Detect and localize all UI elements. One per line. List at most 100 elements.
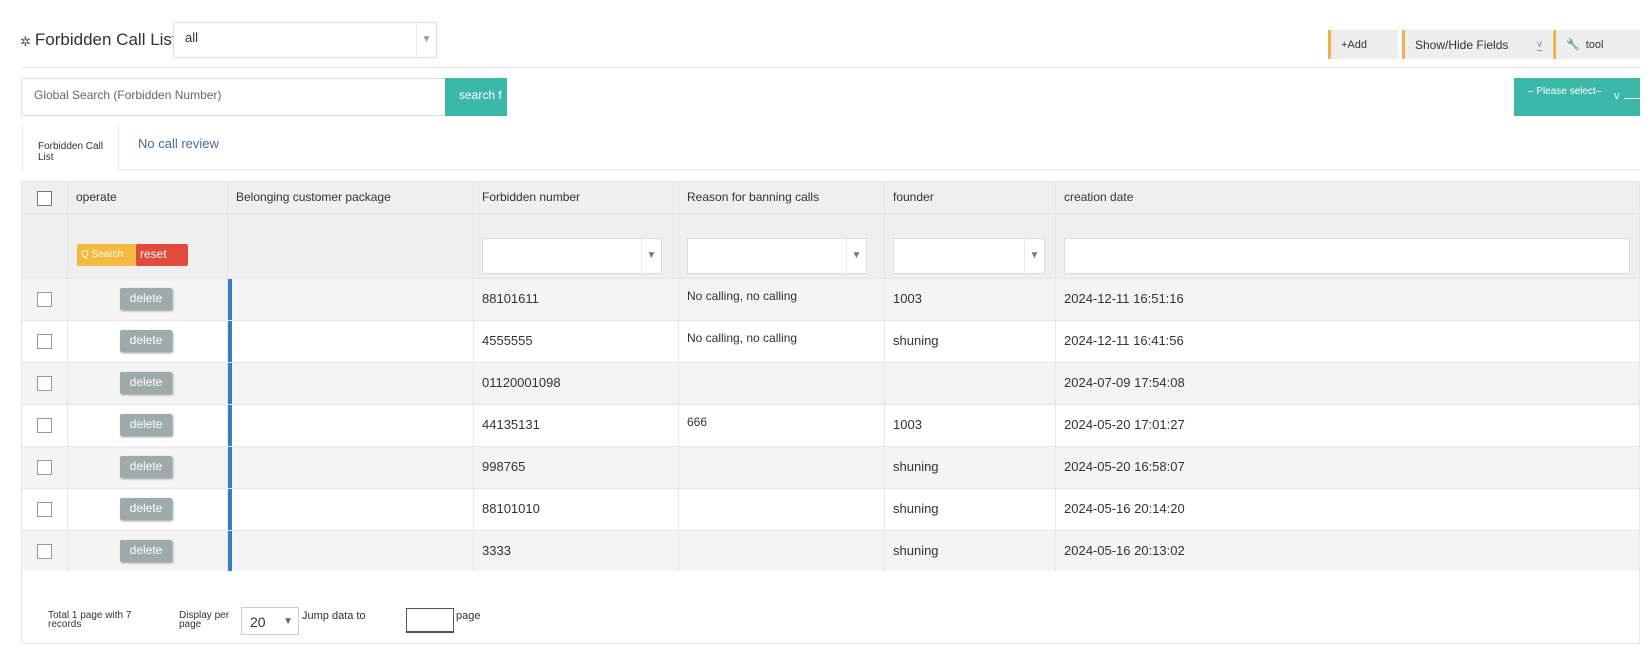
table-row: delete 3333 shuning 2024-05-16 20:13:02	[22, 531, 1639, 573]
chevron-down-icon: ▼	[416, 23, 436, 57]
table-row: delete 01120001098 2024-07-09 17:54:08	[22, 363, 1639, 405]
row-forbidden-number: 88101010	[474, 489, 679, 530]
header-checkbox-cell	[22, 182, 68, 213]
filter-number-cell: ▼	[474, 214, 679, 278]
delete-button[interactable]: delete	[120, 288, 172, 310]
row-checkbox[interactable]	[37, 460, 52, 475]
row-founder: shuning	[885, 447, 1056, 488]
global-search-input[interactable]: Global Search (Forbidden Number)	[21, 78, 446, 116]
reset-button[interactable]: reset	[136, 244, 188, 266]
chevron-down-icon: ▼	[641, 239, 661, 273]
please-select-dropdown[interactable]: – Please select– v	[1514, 78, 1650, 116]
package-indicator	[228, 279, 232, 320]
filter-empty-cell	[22, 214, 68, 278]
show-hide-fields-button[interactable]: Show/Hide Fields v	[1402, 30, 1552, 59]
row-founder: 1003	[885, 405, 1056, 446]
row-checkbox[interactable]	[37, 376, 52, 391]
page-unit-label: page	[456, 610, 481, 622]
row-reason	[679, 363, 885, 404]
page-header: ✲ Forbidden Call List all ▼ +Add Show/Hi…	[20, 22, 1640, 68]
select-all-checkbox[interactable]	[37, 191, 52, 206]
creation-date-filter[interactable]	[1064, 238, 1630, 274]
jump-page-input[interactable]	[406, 608, 454, 633]
column-header-creation-date: creation date	[1064, 190, 1134, 204]
tab-forbidden-call-list[interactable]: Forbidden Call List	[22, 124, 119, 171]
row-package-cell	[228, 321, 474, 362]
row-reason	[679, 447, 885, 488]
page-title: Forbidden Call List	[34, 30, 177, 49]
row-checkbox-cell	[22, 489, 68, 530]
package-indicator	[228, 363, 232, 404]
row-forbidden-number: 88101611	[474, 279, 679, 320]
row-reason: No calling, no calling	[679, 321, 885, 362]
row-reason	[679, 531, 885, 572]
row-operate-cell: delete	[68, 363, 228, 404]
row-package-cell	[228, 447, 474, 488]
row-checkbox-cell	[22, 447, 68, 488]
wrench-icon: 🔧	[1566, 39, 1580, 51]
row-founder: shuning	[885, 489, 1056, 530]
column-search-button[interactable]: Q Search	[77, 244, 137, 266]
pagination: Total 1 page with 7 records Display per …	[21, 571, 1640, 644]
delete-button[interactable]: delete	[120, 498, 172, 520]
delete-button[interactable]: delete	[120, 540, 172, 562]
row-checkbox[interactable]	[37, 418, 52, 433]
row-creation-date: 2024-12-11 16:41:56	[1064, 333, 1184, 348]
forbidden-number-filter[interactable]: ▼	[482, 238, 662, 274]
divider	[1624, 98, 1650, 99]
row-operate-cell: delete	[68, 279, 228, 320]
row-operate-cell: delete	[68, 447, 228, 488]
search-button[interactable]: search f	[445, 78, 507, 116]
row-forbidden-number: 44135131	[474, 405, 679, 446]
add-button-label: +Add	[1341, 38, 1367, 51]
row-checkbox[interactable]	[37, 502, 52, 517]
row-package-cell	[228, 489, 474, 530]
row-package-cell	[228, 405, 474, 446]
row-checkbox-cell	[22, 363, 68, 404]
reason-filter[interactable]: ▼	[687, 238, 867, 274]
row-reason: 666	[679, 405, 885, 446]
chevron-down-icon: ▼	[283, 616, 293, 627]
package-indicator	[228, 321, 232, 362]
tab-no-call-review[interactable]: No call review	[138, 136, 219, 151]
global-search-placeholder: Global Search (Forbidden Number)	[34, 88, 222, 102]
row-checkbox-cell	[22, 405, 68, 446]
table-row: delete 4555555 No calling, no calling shuni…	[22, 321, 1639, 363]
row-founder	[885, 363, 1056, 404]
scope-select[interactable]: all ▼	[173, 22, 437, 58]
founder-filter[interactable]: ▼	[893, 238, 1045, 274]
table-row: delete 88101010 shuning 2024-05-16 20:14:20	[22, 489, 1639, 531]
column-header-customer-package: Belonging customer package	[228, 182, 474, 213]
row-creation-date: 2024-05-20 16:58:07	[1064, 459, 1185, 474]
delete-button[interactable]: delete	[120, 414, 172, 436]
row-creation-date: 2024-07-09 17:54:08	[1064, 375, 1185, 390]
row-founder: 1003	[885, 279, 1056, 320]
scope-select-value: all	[185, 30, 199, 45]
delete-button[interactable]: delete	[120, 330, 172, 352]
show-hide-fields-label: Show/Hide Fields	[1415, 37, 1509, 52]
row-operate-cell: delete	[68, 405, 228, 446]
row-checkbox-cell	[22, 279, 68, 320]
row-package-cell	[228, 363, 474, 404]
row-creation-date: 2024-05-16 20:13:02	[1064, 543, 1185, 558]
jump-to-label: Jump data to	[302, 610, 366, 622]
search-button-label: search f	[459, 88, 502, 102]
table-filter-row: Q Search reset ▼ ▼ ▼	[22, 214, 1639, 279]
tool-button[interactable]: 🔧 tool	[1553, 30, 1640, 59]
per-page-label: Display per page	[179, 610, 230, 630]
gear-icon: ✲	[20, 34, 31, 49]
chevron-down-icon: ▼	[846, 239, 866, 273]
table-row: delete 88101611 No calling, no calling 1003…	[22, 279, 1639, 321]
table-row: delete 998765 shuning 2024-05-20 16:58:07	[22, 447, 1639, 489]
page-size-value: 20	[250, 614, 266, 630]
row-checkbox[interactable]	[37, 334, 52, 349]
delete-button[interactable]: delete	[120, 372, 172, 394]
tool-button-label: tool	[1585, 38, 1604, 51]
page-size-select[interactable]: 20 ▼	[241, 607, 299, 635]
row-checkbox[interactable]	[37, 544, 52, 559]
row-creation-date: 2024-05-16 20:14:20	[1064, 501, 1185, 516]
delete-button[interactable]: delete	[120, 456, 172, 478]
row-checkbox[interactable]	[37, 292, 52, 307]
row-forbidden-number: 998765	[474, 447, 679, 488]
add-button[interactable]: +Add	[1328, 30, 1398, 59]
